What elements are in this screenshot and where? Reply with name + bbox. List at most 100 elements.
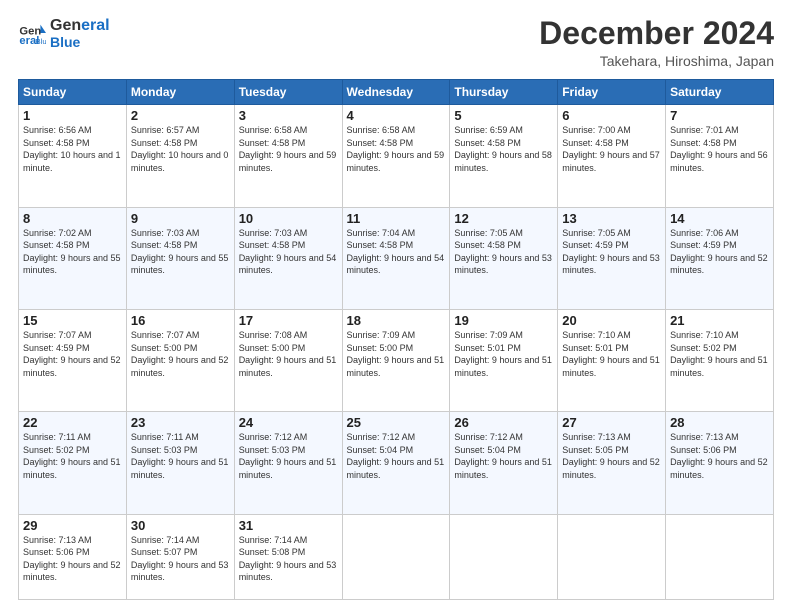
- calendar-cell: 16Sunrise: 7:07 AMSunset: 5:00 PMDayligh…: [126, 309, 234, 411]
- calendar-cell: 30Sunrise: 7:14 AMSunset: 5:07 PMDayligh…: [126, 514, 234, 599]
- day-number: 11: [347, 211, 446, 226]
- day-number: 30: [131, 518, 230, 533]
- day-number: 15: [23, 313, 122, 328]
- header-day-saturday: Saturday: [666, 80, 774, 105]
- day-number: 28: [670, 415, 769, 430]
- header-day-monday: Monday: [126, 80, 234, 105]
- calendar-page: Gen eral Blue General Blue December 2024…: [0, 0, 792, 612]
- calendar-table: SundayMondayTuesdayWednesdayThursdayFrid…: [18, 79, 774, 600]
- calendar-body: 1Sunrise: 6:56 AMSunset: 4:58 PMDaylight…: [19, 105, 774, 600]
- cell-info: Sunrise: 7:09 AMSunset: 5:01 PMDaylight:…: [454, 329, 553, 379]
- week-row-2: 8Sunrise: 7:02 AMSunset: 4:58 PMDaylight…: [19, 207, 774, 309]
- calendar-cell: 13Sunrise: 7:05 AMSunset: 4:59 PMDayligh…: [558, 207, 666, 309]
- day-number: 19: [454, 313, 553, 328]
- calendar-cell: 25Sunrise: 7:12 AMSunset: 5:04 PMDayligh…: [342, 412, 450, 514]
- cell-info: Sunrise: 7:04 AMSunset: 4:58 PMDaylight:…: [347, 227, 446, 277]
- cell-info: Sunrise: 7:12 AMSunset: 5:03 PMDaylight:…: [239, 431, 338, 481]
- calendar-cell: 29Sunrise: 7:13 AMSunset: 5:06 PMDayligh…: [19, 514, 127, 599]
- header-day-thursday: Thursday: [450, 80, 558, 105]
- cell-info: Sunrise: 6:58 AMSunset: 4:58 PMDaylight:…: [239, 124, 338, 174]
- cell-info: Sunrise: 7:09 AMSunset: 5:00 PMDaylight:…: [347, 329, 446, 379]
- cell-info: Sunrise: 7:07 AMSunset: 4:59 PMDaylight:…: [23, 329, 122, 379]
- day-number: 16: [131, 313, 230, 328]
- calendar-cell: 14Sunrise: 7:06 AMSunset: 4:59 PMDayligh…: [666, 207, 774, 309]
- week-row-4: 22Sunrise: 7:11 AMSunset: 5:02 PMDayligh…: [19, 412, 774, 514]
- calendar-cell: 26Sunrise: 7:12 AMSunset: 5:04 PMDayligh…: [450, 412, 558, 514]
- day-number: 27: [562, 415, 661, 430]
- cell-info: Sunrise: 6:58 AMSunset: 4:58 PMDaylight:…: [347, 124, 446, 174]
- cell-info: Sunrise: 7:11 AMSunset: 5:02 PMDaylight:…: [23, 431, 122, 481]
- calendar-cell: 21Sunrise: 7:10 AMSunset: 5:02 PMDayligh…: [666, 309, 774, 411]
- cell-info: Sunrise: 7:06 AMSunset: 4:59 PMDaylight:…: [670, 227, 769, 277]
- cell-info: Sunrise: 7:07 AMSunset: 5:00 PMDaylight:…: [131, 329, 230, 379]
- day-number: 31: [239, 518, 338, 533]
- cell-info: Sunrise: 7:03 AMSunset: 4:58 PMDaylight:…: [131, 227, 230, 277]
- header-day-wednesday: Wednesday: [342, 80, 450, 105]
- day-number: 4: [347, 108, 446, 123]
- cell-info: Sunrise: 7:11 AMSunset: 5:03 PMDaylight:…: [131, 431, 230, 481]
- cell-info: Sunrise: 6:59 AMSunset: 4:58 PMDaylight:…: [454, 124, 553, 174]
- calendar-cell: 9Sunrise: 7:03 AMSunset: 4:58 PMDaylight…: [126, 207, 234, 309]
- calendar-cell: 18Sunrise: 7:09 AMSunset: 5:00 PMDayligh…: [342, 309, 450, 411]
- calendar-cell: 12Sunrise: 7:05 AMSunset: 4:58 PMDayligh…: [450, 207, 558, 309]
- week-row-5: 29Sunrise: 7:13 AMSunset: 5:06 PMDayligh…: [19, 514, 774, 599]
- month-title: December 2024: [539, 16, 774, 51]
- calendar-cell: 22Sunrise: 7:11 AMSunset: 5:02 PMDayligh…: [19, 412, 127, 514]
- calendar-cell: 20Sunrise: 7:10 AMSunset: 5:01 PMDayligh…: [558, 309, 666, 411]
- day-number: 2: [131, 108, 230, 123]
- week-row-3: 15Sunrise: 7:07 AMSunset: 4:59 PMDayligh…: [19, 309, 774, 411]
- cell-info: Sunrise: 7:00 AMSunset: 4:58 PMDaylight:…: [562, 124, 661, 174]
- header-day-friday: Friday: [558, 80, 666, 105]
- day-number: 21: [670, 313, 769, 328]
- cell-info: Sunrise: 7:08 AMSunset: 5:00 PMDaylight:…: [239, 329, 338, 379]
- calendar-cell: 1Sunrise: 6:56 AMSunset: 4:58 PMDaylight…: [19, 105, 127, 207]
- calendar-cell: 15Sunrise: 7:07 AMSunset: 4:59 PMDayligh…: [19, 309, 127, 411]
- cell-info: Sunrise: 7:01 AMSunset: 4:58 PMDaylight:…: [670, 124, 769, 174]
- title-block: December 2024 Takehara, Hiroshima, Japan: [539, 16, 774, 69]
- day-number: 8: [23, 211, 122, 226]
- calendar-header: SundayMondayTuesdayWednesdayThursdayFrid…: [19, 80, 774, 105]
- calendar-cell: 2Sunrise: 6:57 AMSunset: 4:58 PMDaylight…: [126, 105, 234, 207]
- day-number: 5: [454, 108, 553, 123]
- day-number: 24: [239, 415, 338, 430]
- location-subtitle: Takehara, Hiroshima, Japan: [539, 53, 774, 69]
- calendar-cell: 8Sunrise: 7:02 AMSunset: 4:58 PMDaylight…: [19, 207, 127, 309]
- day-number: 26: [454, 415, 553, 430]
- header-day-tuesday: Tuesday: [234, 80, 342, 105]
- cell-info: Sunrise: 7:12 AMSunset: 5:04 PMDaylight:…: [347, 431, 446, 481]
- calendar-cell: 19Sunrise: 7:09 AMSunset: 5:01 PMDayligh…: [450, 309, 558, 411]
- header-day-sunday: Sunday: [19, 80, 127, 105]
- day-number: 18: [347, 313, 446, 328]
- cell-info: Sunrise: 7:05 AMSunset: 4:59 PMDaylight:…: [562, 227, 661, 277]
- cell-info: Sunrise: 7:02 AMSunset: 4:58 PMDaylight:…: [23, 227, 122, 277]
- week-row-1: 1Sunrise: 6:56 AMSunset: 4:58 PMDaylight…: [19, 105, 774, 207]
- cell-info: Sunrise: 7:13 AMSunset: 5:05 PMDaylight:…: [562, 431, 661, 481]
- day-number: 10: [239, 211, 338, 226]
- calendar-cell: 17Sunrise: 7:08 AMSunset: 5:00 PMDayligh…: [234, 309, 342, 411]
- cell-info: Sunrise: 7:13 AMSunset: 5:06 PMDaylight:…: [23, 534, 122, 584]
- calendar-cell: 7Sunrise: 7:01 AMSunset: 4:58 PMDaylight…: [666, 105, 774, 207]
- day-number: 14: [670, 211, 769, 226]
- day-number: 3: [239, 108, 338, 123]
- logo-text-blue: Blue: [50, 35, 110, 50]
- header-row: SundayMondayTuesdayWednesdayThursdayFrid…: [19, 80, 774, 105]
- calendar-cell: 24Sunrise: 7:12 AMSunset: 5:03 PMDayligh…: [234, 412, 342, 514]
- calendar-cell: [558, 514, 666, 599]
- day-number: 6: [562, 108, 661, 123]
- calendar-cell: 10Sunrise: 7:03 AMSunset: 4:58 PMDayligh…: [234, 207, 342, 309]
- day-number: 17: [239, 313, 338, 328]
- logo-icon: Gen eral Blue: [18, 19, 46, 47]
- calendar-cell: 23Sunrise: 7:11 AMSunset: 5:03 PMDayligh…: [126, 412, 234, 514]
- day-number: 20: [562, 313, 661, 328]
- day-number: 13: [562, 211, 661, 226]
- day-number: 7: [670, 108, 769, 123]
- cell-info: Sunrise: 7:10 AMSunset: 5:02 PMDaylight:…: [670, 329, 769, 379]
- svg-text:Blue: Blue: [36, 37, 47, 46]
- calendar-cell: 4Sunrise: 6:58 AMSunset: 4:58 PMDaylight…: [342, 105, 450, 207]
- calendar-cell: 5Sunrise: 6:59 AMSunset: 4:58 PMDaylight…: [450, 105, 558, 207]
- calendar-cell: 3Sunrise: 6:58 AMSunset: 4:58 PMDaylight…: [234, 105, 342, 207]
- calendar-cell: [342, 514, 450, 599]
- calendar-cell: [450, 514, 558, 599]
- calendar-cell: 11Sunrise: 7:04 AMSunset: 4:58 PMDayligh…: [342, 207, 450, 309]
- page-header: Gen eral Blue General Blue December 2024…: [18, 16, 774, 69]
